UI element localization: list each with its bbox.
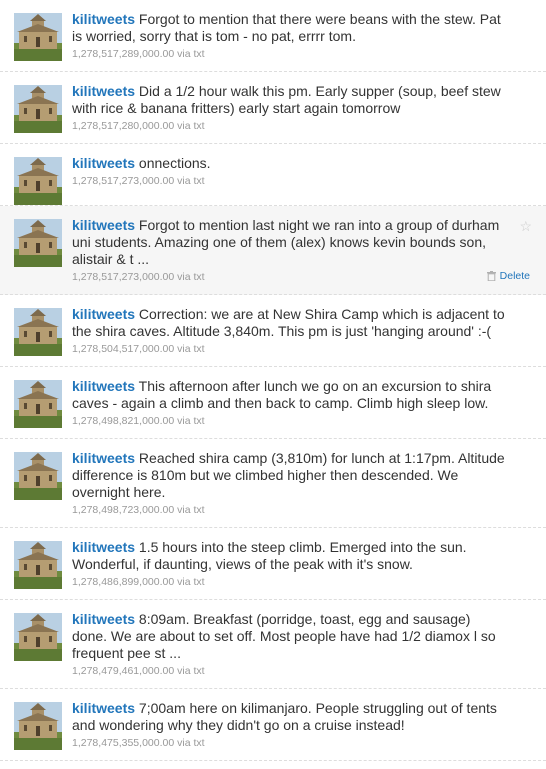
avatar[interactable] bbox=[14, 380, 62, 428]
church-icon bbox=[14, 452, 62, 500]
church-icon bbox=[14, 613, 62, 661]
tweet-meta: 1,278,475,355,000.00 via txt bbox=[72, 736, 506, 750]
church-icon bbox=[14, 308, 62, 356]
tweet-source: via txt bbox=[177, 665, 205, 677]
tweet-item: kilitweets Correction: we are at New Shi… bbox=[0, 295, 546, 367]
church-icon bbox=[14, 13, 62, 61]
screen-name-link[interactable]: kilitweets bbox=[72, 611, 135, 627]
church-icon bbox=[14, 702, 62, 750]
screen-name-link[interactable]: kilitweets bbox=[72, 11, 135, 27]
timestamp-link[interactable]: 1,278,479,461,000.00 bbox=[72, 665, 174, 677]
tweet-body: This afternoon after lunch we go on an e… bbox=[72, 378, 492, 411]
timestamp-link[interactable]: 1,278,517,289,000.00 bbox=[72, 48, 174, 60]
tweet-text: kilitweets This afternoon after lunch we… bbox=[72, 377, 506, 412]
church-icon bbox=[14, 541, 62, 589]
church-icon bbox=[14, 380, 62, 428]
tweet-body: onnections. bbox=[138, 155, 211, 171]
timestamp-link[interactable]: 1,278,504,517,000.00 bbox=[72, 343, 174, 355]
tweet-meta: 1,278,498,821,000.00 via txt bbox=[72, 414, 506, 428]
timestamp-link[interactable]: 1,278,486,899,000.00 bbox=[72, 576, 174, 588]
screen-name-link[interactable]: kilitweets bbox=[72, 378, 135, 394]
avatar[interactable] bbox=[14, 85, 62, 133]
tweet-text: kilitweets 1.5 hours into the steep clim… bbox=[72, 538, 506, 573]
timestamp-link[interactable]: 1,278,517,273,000.00 bbox=[72, 175, 174, 187]
tweet-body: 8:09am. Breakfast (porridge, toast, egg … bbox=[72, 611, 496, 661]
tweet-item: kilitweets Did a 1/2 hour walk this pm. … bbox=[0, 72, 546, 144]
avatar[interactable] bbox=[14, 219, 62, 267]
tweet-meta: 1,278,486,899,000.00 via txt bbox=[72, 575, 506, 589]
tweet-source: via txt bbox=[177, 343, 205, 355]
trash-icon bbox=[486, 271, 496, 281]
timestamp-link[interactable]: 1,278,475,355,000.00 bbox=[72, 737, 174, 749]
avatar[interactable] bbox=[14, 13, 62, 61]
timestamp-link[interactable]: 1,278,498,821,000.00 bbox=[72, 415, 174, 427]
tweet-source: via txt bbox=[177, 737, 205, 749]
avatar[interactable] bbox=[14, 157, 62, 205]
timestamp-link[interactable]: 1,278,498,723,000.00 bbox=[72, 504, 174, 516]
avatar[interactable] bbox=[14, 702, 62, 750]
tweet-source: via txt bbox=[177, 415, 205, 427]
tweet-body: Correction: we are at New Shira Camp whi… bbox=[72, 306, 505, 339]
screen-name-link[interactable]: kilitweets bbox=[72, 155, 135, 171]
timestamp-link[interactable]: 1,278,517,280,000.00 bbox=[72, 120, 174, 132]
tweet-text: kilitweets Forgot to mention last night … bbox=[72, 216, 506, 268]
tweet-source: via txt bbox=[177, 120, 205, 132]
tweet-meta: 1,278,517,273,000.00 via txt bbox=[72, 270, 506, 284]
tweet-meta: 1,278,517,273,000.00 via txt bbox=[72, 174, 506, 188]
timeline: kilitweets Forgot to mention that there … bbox=[0, 0, 546, 761]
tweet-meta: 1,278,517,280,000.00 via txt bbox=[72, 119, 506, 133]
avatar[interactable] bbox=[14, 452, 62, 500]
tweet-text: kilitweets Forgot to mention that there … bbox=[72, 10, 506, 45]
tweet-meta: 1,278,498,723,000.00 via txt bbox=[72, 503, 506, 517]
tweet-text: kilitweets Did a 1/2 hour walk this pm. … bbox=[72, 82, 506, 117]
tweet-meta: 1,278,479,461,000.00 via txt bbox=[72, 664, 506, 678]
screen-name-link[interactable]: kilitweets bbox=[72, 217, 135, 233]
tweet-source: via txt bbox=[177, 576, 205, 588]
delete-label: Delete bbox=[499, 270, 530, 282]
tweet-source: via txt bbox=[177, 504, 205, 516]
tweet-source: via txt bbox=[177, 271, 205, 283]
screen-name-link[interactable]: kilitweets bbox=[72, 306, 135, 322]
tweet-body: 7;00am here on kilimanjaro. People strug… bbox=[72, 700, 497, 733]
tweet-body: Forgot to mention last night we ran into… bbox=[72, 217, 500, 267]
church-icon bbox=[14, 157, 62, 205]
screen-name-link[interactable]: kilitweets bbox=[72, 83, 135, 99]
tweet-meta: 1,278,504,517,000.00 via txt bbox=[72, 342, 506, 356]
avatar[interactable] bbox=[14, 541, 62, 589]
tweet-text: kilitweets 8:09am. Breakfast (porridge, … bbox=[72, 610, 506, 662]
star-outline-icon[interactable]: ☆ bbox=[519, 219, 532, 233]
tweet-source: via txt bbox=[177, 48, 205, 60]
avatar[interactable] bbox=[14, 308, 62, 356]
tweet-text: kilitweets Correction: we are at New Shi… bbox=[72, 305, 506, 340]
tweet-item: kilitweets 1.5 hours into the steep clim… bbox=[0, 528, 546, 600]
screen-name-link[interactable]: kilitweets bbox=[72, 700, 135, 716]
delete-button[interactable]: Delete bbox=[486, 270, 530, 282]
tweet-meta: 1,278,517,289,000.00 via txt bbox=[72, 47, 506, 61]
tweet-item: kilitweets This afternoon after lunch we… bbox=[0, 367, 546, 439]
church-icon bbox=[14, 85, 62, 133]
avatar[interactable] bbox=[14, 613, 62, 661]
tweet-body: Did a 1/2 hour walk this pm. Early suppe… bbox=[72, 83, 501, 116]
screen-name-link[interactable]: kilitweets bbox=[72, 539, 135, 555]
tweet-body: Reached shira camp (3,810m) for lunch at… bbox=[72, 450, 505, 500]
tweet-item: kilitweets onnections. 1,278,517,273,000… bbox=[0, 144, 546, 206]
tweet-text: kilitweets 7;00am here on kilimanjaro. P… bbox=[72, 699, 506, 734]
tweet-source: via txt bbox=[177, 175, 205, 187]
tweet-item: kilitweets 7;00am here on kilimanjaro. P… bbox=[0, 689, 546, 761]
tweet-item: kilitweets Forgot to mention that there … bbox=[0, 0, 546, 72]
screen-name-link[interactable]: kilitweets bbox=[72, 450, 135, 466]
timestamp-link[interactable]: 1,278,517,273,000.00 bbox=[72, 271, 174, 283]
tweet-text: kilitweets onnections. bbox=[72, 154, 506, 172]
tweet-text: kilitweets Reached shira camp (3,810m) f… bbox=[72, 449, 506, 501]
tweet-item: kilitweets Reached shira camp (3,810m) f… bbox=[0, 439, 546, 528]
tweet-body: Forgot to mention that there were beans … bbox=[72, 11, 501, 44]
tweet-item: kilitweets 8:09am. Breakfast (porridge, … bbox=[0, 600, 546, 689]
tweet-item-hovered: kilitweets Forgot to mention last night … bbox=[0, 206, 546, 295]
church-icon bbox=[14, 219, 62, 267]
